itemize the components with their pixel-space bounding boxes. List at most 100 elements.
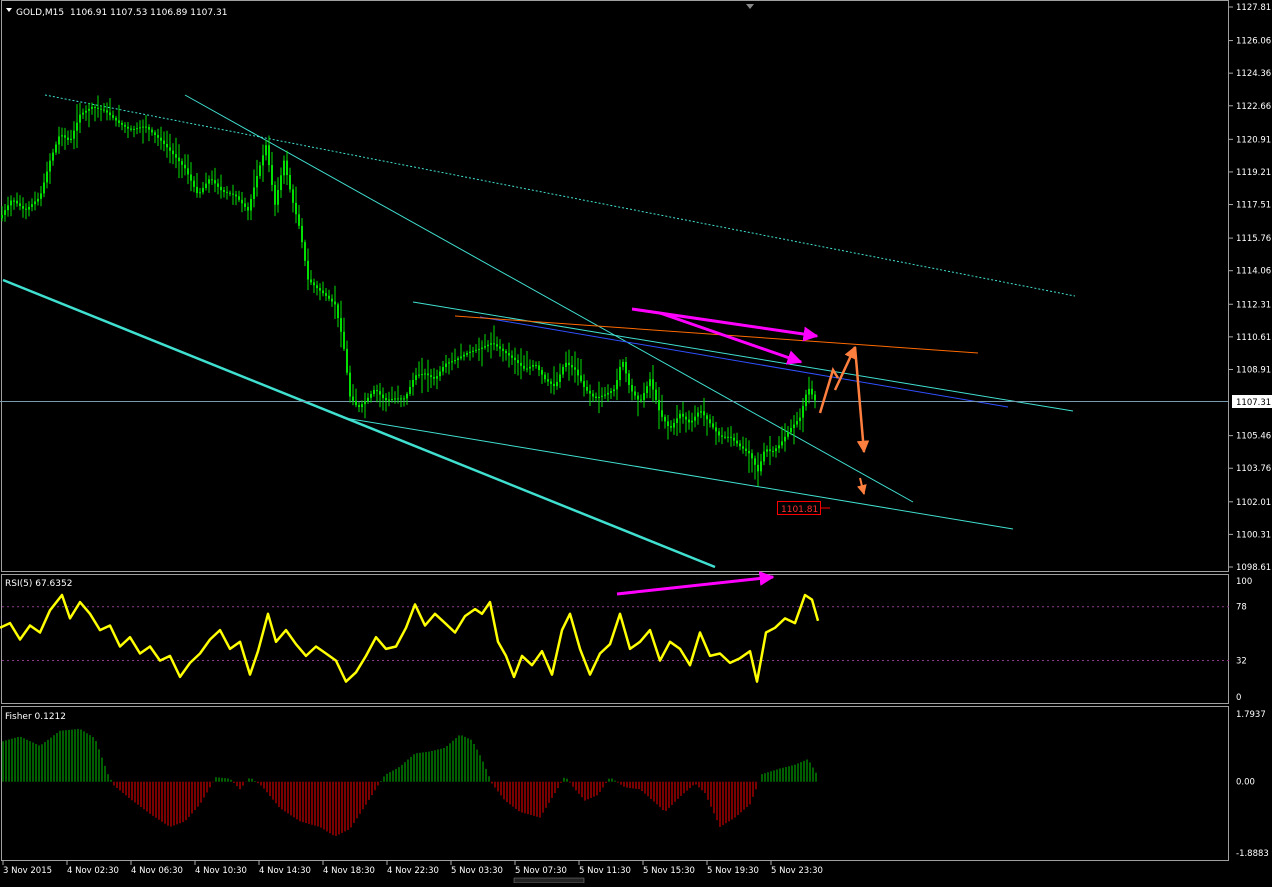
candle-body [466, 352, 468, 355]
candle-body [727, 436, 729, 438]
candle-body [628, 373, 630, 385]
candle-body [115, 117, 117, 121]
candle-body [274, 184, 276, 205]
candle-body [118, 120, 120, 123]
candle-body [643, 393, 645, 400]
candle-body [778, 445, 780, 449]
candle-body [271, 165, 273, 185]
time-tick-label: 5 Nov 11:30 [579, 866, 631, 876]
candle-body [811, 388, 813, 395]
scrollbar-thumb[interactable] [513, 877, 585, 884]
candle-body [484, 346, 486, 348]
candle-body [715, 427, 717, 432]
candle-body [109, 112, 111, 116]
candle-body [562, 366, 564, 375]
candle-body [529, 366, 531, 369]
candle-body [319, 288, 321, 291]
candle-body [592, 393, 594, 397]
candle-body [733, 437, 735, 441]
candle-body [208, 179, 210, 184]
candle-body [760, 461, 762, 472]
candle-body [148, 126, 150, 130]
candle-body [70, 138, 72, 140]
price-tick-label: 1127.81 [1236, 3, 1271, 13]
candle-body [154, 132, 156, 136]
price-tick-label: 1126.06 [1236, 37, 1271, 47]
candle-body [595, 396, 597, 399]
candle-body [229, 192, 231, 194]
candle-body [598, 396, 600, 399]
candle-body [19, 203, 21, 207]
candle-body [418, 374, 420, 376]
current-price-tag: 1107.31 [1232, 395, 1272, 408]
candle-body [412, 380, 414, 387]
candle-body [325, 293, 327, 296]
candle-body [10, 200, 12, 206]
candle-body [730, 436, 732, 438]
candle-body [127, 126, 129, 129]
candle-body [205, 183, 207, 188]
candle-body [637, 395, 639, 400]
candle-body [736, 440, 738, 444]
candle-body [187, 168, 189, 175]
time-tick-label: 5 Nov 03:30 [451, 866, 503, 876]
candle-body [424, 373, 426, 375]
candle-body [178, 157, 180, 162]
candle-body [64, 135, 66, 138]
candle-body [313, 282, 315, 286]
candle-body [67, 137, 69, 140]
candle-body [700, 411, 702, 413]
candle-body [7, 205, 9, 211]
price-tick-label: 1098.61 [1236, 563, 1271, 573]
time-tick-label: 5 Nov 07:30 [515, 866, 567, 876]
candle-body [583, 381, 585, 387]
candle-body [43, 182, 45, 194]
candle-body [535, 365, 537, 367]
candle-body [658, 399, 660, 411]
candle-body [52, 152, 54, 161]
target-label: 1101.81 [781, 505, 818, 515]
candle-body [763, 451, 765, 462]
candle-body [223, 190, 225, 192]
candle-body [574, 367, 576, 370]
candle-body [301, 225, 303, 243]
candle-body [73, 130, 75, 139]
candle-body [163, 140, 165, 144]
candle-body [790, 427, 792, 433]
candle-body [370, 393, 372, 398]
candle-body [553, 383, 555, 387]
candle-body [103, 109, 105, 111]
candle-body [769, 449, 771, 452]
price-tick-label: 1122.66 [1236, 102, 1271, 112]
candle-body [673, 422, 675, 428]
candle-body [421, 374, 423, 376]
candle-body [604, 394, 606, 396]
price-tick-label: 1103.76 [1236, 464, 1271, 474]
candle-body [601, 395, 603, 397]
candle-body [388, 399, 390, 401]
candle-body [328, 295, 330, 299]
candle-body [556, 381, 558, 387]
trading-chart[interactable]: GOLD,M15 1106.91 1107.53 1106.89 1107.31… [0, 0, 1272, 884]
candle-body [277, 190, 279, 205]
candle-body [250, 198, 252, 211]
price-tick-label: 1117.51 [1236, 201, 1271, 211]
candle-body [166, 143, 168, 148]
candle-body [235, 194, 237, 197]
candle-body [133, 128, 135, 130]
candle-body [667, 421, 669, 427]
candle-body [88, 108, 90, 111]
candle-body [220, 186, 222, 191]
chart-svg[interactable]: GOLD,M15 1106.91 1107.53 1106.89 1107.31… [0, 0, 1272, 884]
candle-body [280, 175, 282, 191]
candle-body [772, 451, 774, 453]
candle-body [577, 369, 579, 376]
candle-body [145, 126, 147, 128]
candle-body [802, 406, 804, 418]
candle-body [487, 344, 489, 347]
candle-body [442, 366, 444, 372]
candle-body [676, 418, 678, 423]
candle-body [361, 404, 363, 408]
candle-body [433, 376, 435, 379]
candle-body [799, 417, 801, 422]
